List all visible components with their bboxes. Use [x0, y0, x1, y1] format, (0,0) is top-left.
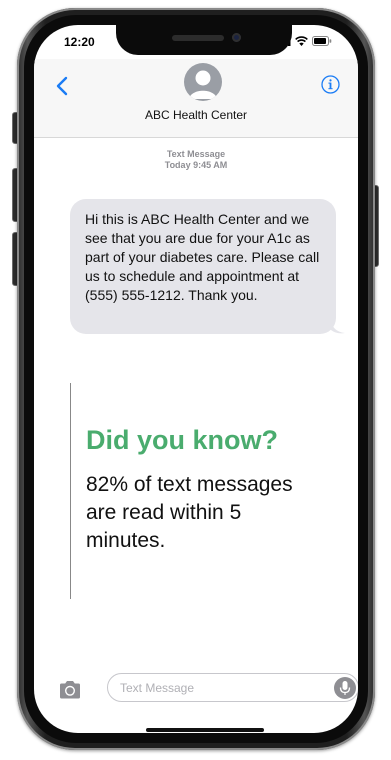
- phone-notch: [116, 25, 292, 55]
- phone-screen: 12:20 ABC Health Center Text Message Tod…: [34, 25, 358, 733]
- callout-divider: [70, 383, 71, 599]
- message-time-label: Today 9:45 AM: [164, 160, 228, 170]
- bubble-tail: [330, 319, 345, 334]
- camera-icon: [60, 681, 80, 699]
- status-time: 12:20: [64, 35, 95, 49]
- back-button[interactable]: [54, 75, 70, 97]
- home-indicator[interactable]: [146, 728, 264, 732]
- conversation-header: ABC Health Center: [34, 59, 358, 138]
- callout-body: 82% of text messages are read within 5 m…: [86, 473, 293, 552]
- front-camera: [232, 33, 241, 42]
- callout-title: Did you know?: [86, 425, 278, 455]
- message-timestamp: Text Message Today 9:45 AM: [34, 149, 358, 171]
- battery-icon: [312, 36, 332, 46]
- microphone-icon: [339, 681, 351, 695]
- contact-avatar[interactable]: [184, 63, 222, 101]
- phone-bezel: 12:20 ABC Health Center Text Message Tod…: [24, 15, 368, 743]
- message-type-label: Text Message: [166, 149, 226, 159]
- info-button[interactable]: [321, 75, 340, 94]
- message-input[interactable]: [107, 673, 358, 702]
- page: 12:20 ABC Health Center Text Message Tod…: [0, 0, 391, 760]
- camera-button[interactable]: [58, 680, 82, 700]
- incoming-message-bubble[interactable]: Hi this is ABC Health Center and we see …: [70, 199, 336, 334]
- chevron-left-icon: [56, 76, 68, 96]
- microphone-button[interactable]: [334, 677, 356, 699]
- info-icon: [321, 75, 340, 94]
- wifi-icon: [295, 36, 308, 46]
- contact-name[interactable]: ABC Health Center: [34, 108, 358, 122]
- person-avatar-icon: [189, 70, 217, 99]
- phone-frame: 12:20 ABC Health Center Text Message Tod…: [17, 8, 375, 750]
- earpiece-speaker: [172, 35, 224, 41]
